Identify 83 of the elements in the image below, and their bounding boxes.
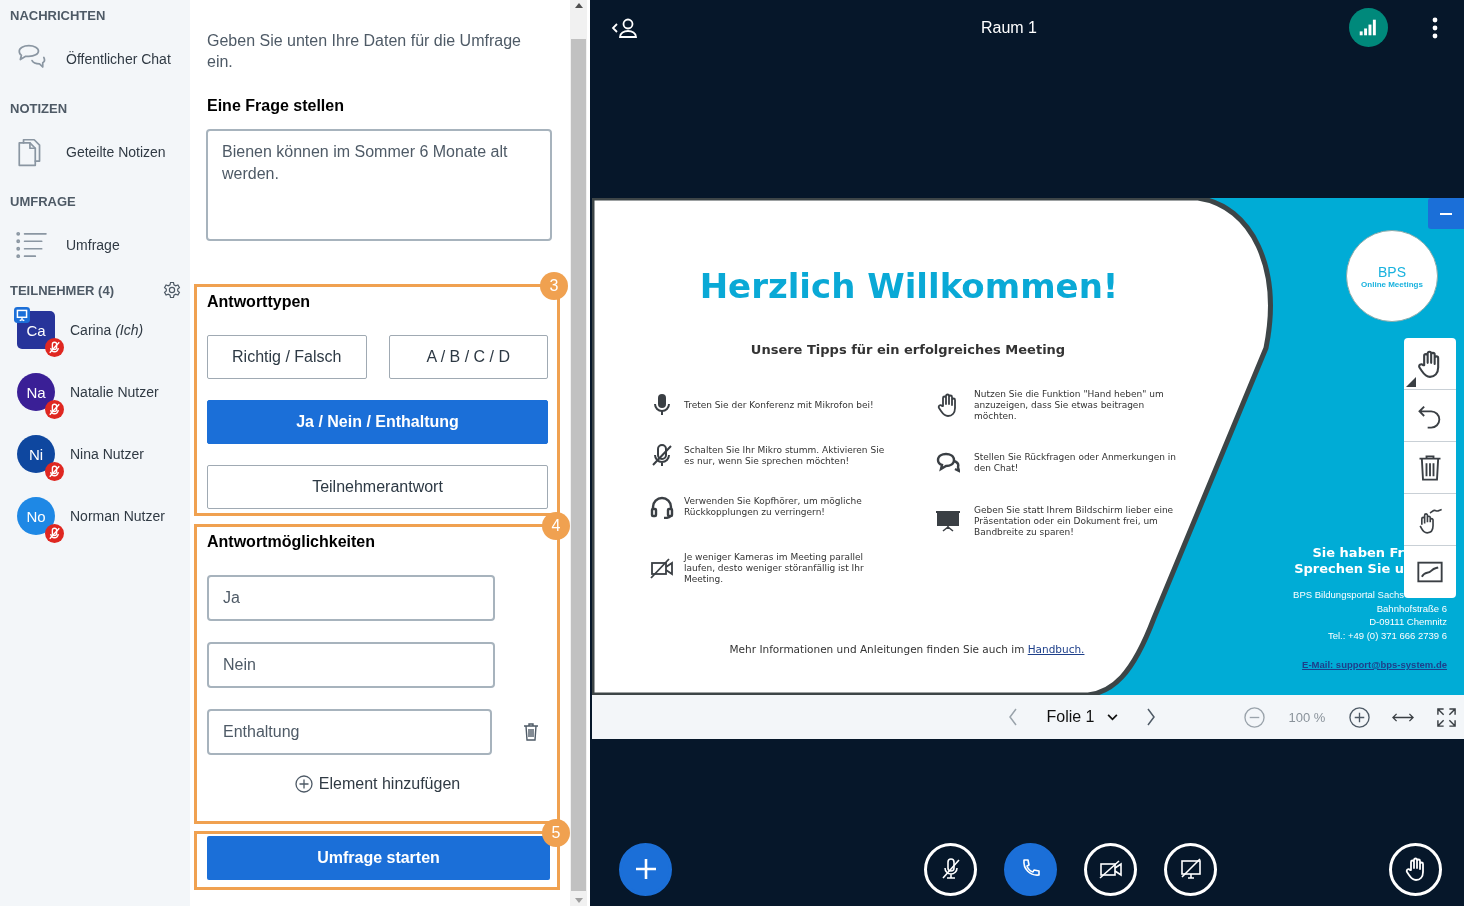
section-heading: NOTIZEN [10,101,69,117]
step-badge: 5 [542,819,570,847]
caret-icon [1106,713,1118,721]
slide-title: Herzlich Willkommen! [698,266,1120,306]
phone-button[interactable] [1004,842,1057,896]
participant-item[interactable]: Ni Nina Nutzer [17,423,190,485]
instruction-text: Geben Sie unten Ihre Daten für die Umfrage ein. [207,31,522,72]
room-title: Raum 1 [980,18,1038,37]
start-poll-button[interactable]: Umfrage starten [207,836,550,880]
camera-off-icon [1098,857,1123,881]
section-heading: Antwortmöglichkeiten [207,533,376,551]
address-line: BPS Bildungsportal Sachs [1293,588,1404,602]
tip-text: Nutzen Sie die Funktion "Hand heben" um anzuzeigen, dass Sie etwas beitragen möchten. [974,388,1165,422]
question-field[interactable]: Bienen können im Sommer 6 Monate alt werden. [206,129,552,241]
fullscreen-icon[interactable] [1436,706,1457,728]
contact-heading: Sie haben Fr [1312,545,1404,561]
participant-item[interactable]: Na Natalie Nutzer [17,361,190,423]
camera-off-button[interactable] [1084,842,1137,896]
raise-hand-button[interactable] [1389,842,1442,896]
section-heading: UMFRAGE [10,194,77,210]
answer-field[interactable]: Enthaltung [207,709,492,755]
scrollbar[interactable] [570,0,587,906]
muted-microphone-icon [650,444,674,468]
logo-subtext: Online Meetings [1361,279,1423,289]
participant-name: Carina (Ich) [70,322,144,338]
camera-off-icon [650,556,674,580]
sidebar-item[interactable]: Öffentlicher Chat [15,36,190,82]
tip-text: Verwenden Sie Kopfhörer, um mögliche Rückkopplungen zu verringern! [684,496,863,518]
participant-item[interactable]: No Norman Nutzer [17,485,190,547]
zoom-in-icon[interactable] [1349,706,1370,728]
participant-item[interactable]: Ca Carina (Ich) [17,299,190,361]
minimize-button[interactable] [1428,198,1464,229]
chat-icon [936,451,960,475]
section-heading: Antworttypen [207,293,312,311]
tip-text: Treten Sie der Konferenz mit Mikrofon bei! [684,399,874,411]
screen-share-off-button[interactable] [1164,842,1217,896]
section-heading: NACHRICHTEN [10,8,107,24]
answer-field[interactable]: Ja [207,575,495,621]
answer-type-button[interactable]: Teilnehmerantwort [207,465,548,509]
sidebar-item[interactable]: Umfrage [15,222,190,268]
contact-heading: Sprechen Sie u [1294,561,1404,577]
slide-subtitle: Unsere Tipps für ein erfolgreiches Meeting [749,342,1067,357]
zoom-level: 100 % [1287,709,1327,725]
answer-type-button[interactable]: Ja / Nein / Enthaltung [207,400,548,444]
next-slide-icon[interactable] [1145,708,1156,726]
step-badge: 4 [542,512,570,540]
tip-text: Je weniger Kameras im Meeting parallel laufen, desto weniger störanfällig ist Ihr Meeting. [684,551,865,585]
address-line: Tel.: +49 (0) 371 666 2739 6 [1327,628,1447,642]
participant-name: Norman Nutzer [70,508,165,524]
tip-text: Geben Sie statt Ihrem Bildschirm lieber eine Präsentation oder ein Dokument frei, um Bandbreite zu sparen! [974,504,1175,538]
manual-link[interactable]: Handbuch. [1027,643,1085,655]
slide-selector[interactable]: Folie 1 [1040,707,1124,727]
question-label: Eine Frage stellen [207,97,345,115]
unmute-button[interactable] [924,842,977,896]
email-link[interactable]: E-Mail: support@bps-system.de [1302,659,1447,670]
sidebar-item[interactable]: Geteilte Notizen [15,129,190,175]
address-line: Bahnhofstraße 6 [1376,601,1447,615]
answer-field[interactable]: Nein [207,642,495,688]
participant-name: Natalie Nutzer [70,384,159,400]
step-badge: 3 [540,272,568,300]
screen-off-icon [1178,857,1203,881]
user-list-icon[interactable] [611,16,639,39]
tip-text: Stellen Sie Rückfragen oder Anmerkungen in den Chat! [974,452,1176,474]
address-line: D-09111 Chemnitz [1369,615,1447,629]
actions-button[interactable] [619,842,672,896]
more-options-icon[interactable] [1432,16,1438,39]
answer-type-button[interactable]: A / B / C / D [388,335,548,379]
plus-icon [633,857,658,881]
headset-icon [650,495,674,519]
fit-width-icon[interactable] [1392,711,1414,723]
answer-type-button[interactable]: Richtig / Falsch [207,335,367,379]
connection-status-icon[interactable] [1349,8,1388,47]
participant-name: Nina Nutzer [70,446,144,462]
list-icon [15,229,47,261]
delete-icon[interactable] [523,723,539,741]
logo-text: BPS [1378,263,1406,280]
slide-footer-text: Mehr Informationen und Anleitungen finden Sie auch im Handbuch. [728,643,1086,655]
settings-icon[interactable] [163,281,181,299]
tip-text: Schalten Sie Ihr Mikro stumm. Aktivieren Sie es nur, wenn Sie sprechen möchten! [684,445,886,467]
add-item-button[interactable]: Element hinzufügen [288,774,467,794]
plus-icon [294,775,313,793]
presentation-board-icon [936,509,960,533]
section-heading: TEILNEHMER (4) [10,282,114,298]
